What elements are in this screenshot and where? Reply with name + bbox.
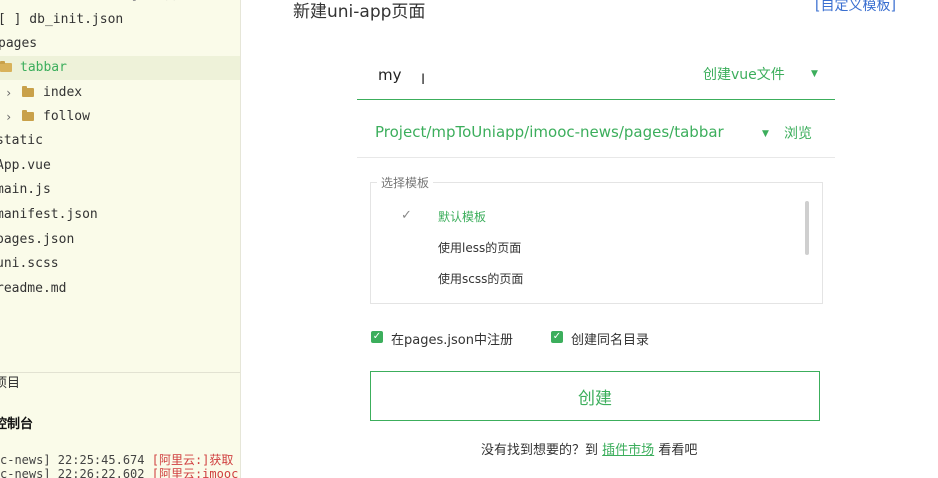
log-prefix: c-news] 22:25:45.674 xyxy=(0,453,152,467)
tree-item-label: uni.scss xyxy=(0,256,59,271)
tree-item-label: pages xyxy=(0,36,38,51)
tree-item-label: follow xyxy=(43,109,90,124)
tree-item-db-init[interactable]: [ ] db_init.json xyxy=(0,8,240,32)
divider xyxy=(357,157,835,158)
tree-item-label: tabbar xyxy=(20,60,67,75)
dropdown-arrow-icon[interactable]: ▼ xyxy=(762,129,769,139)
dropdown-arrow-icon[interactable]: ▼ xyxy=(811,69,818,79)
tree-item-label: readme.md xyxy=(0,281,67,296)
create-dir-checkbox[interactable]: ✓ xyxy=(551,331,563,343)
chevron-right-icon[interactable]: › xyxy=(5,105,12,129)
file-type-label: 创建vue文件 xyxy=(703,67,785,83)
footer-suffix: 看看吧 xyxy=(658,443,698,458)
tree-item-main-js[interactable]: main.js xyxy=(0,178,240,202)
input-underline xyxy=(357,99,835,100)
custom-template-link[interactable]: [自定义模板] xyxy=(815,0,896,15)
projects-section-label: 项目 xyxy=(0,376,21,391)
text-cursor-icon: I xyxy=(421,72,426,88)
tree-item-label: manifest.json xyxy=(0,207,98,222)
log-tag: [阿里云:imooc xyxy=(151,467,239,478)
folder-icon xyxy=(22,86,34,97)
plugin-market-link[interactable]: 插件市场 xyxy=(602,443,654,458)
tree-item-label: App.vue xyxy=(0,158,51,173)
projects-section-header[interactable]: 项目 xyxy=(0,372,240,395)
footer-prefix: 没有找到想要的？到 xyxy=(481,443,599,458)
project-panel: [周蓝召rsmzz [ ] db_init.json pages tabbar … xyxy=(0,0,241,478)
path-select[interactable]: Project/mpToUniapp/imooc-news/pages/tabb… xyxy=(375,123,724,141)
template-item-scss[interactable]: 使用scss的页面 xyxy=(438,270,523,287)
tree-item-manifest[interactable]: manifest.json xyxy=(0,203,240,227)
template-scrollbar[interactable] xyxy=(805,201,809,255)
register-pages-json-label[interactable]: 在pages.json中注册 xyxy=(391,329,513,348)
tree-row-partial-label: [周蓝召rsmzz xyxy=(130,0,216,8)
tree-item-app-vue[interactable]: App.vue xyxy=(0,154,240,178)
tree-item-label: main.js xyxy=(0,182,51,197)
register-pages-json-checkbox[interactable]: ✓ xyxy=(371,331,383,343)
browse-button[interactable]: 浏览 xyxy=(784,123,812,143)
log-tag: [阿里云:]获取 xyxy=(151,453,234,467)
footer-text: 没有找到想要的？到 插件市场 看看吧 xyxy=(481,439,697,458)
console-section-header[interactable]: 控制台 xyxy=(0,414,240,436)
create-dir-label[interactable]: 创建同名目录 xyxy=(571,329,649,348)
tree-item-label: static xyxy=(0,133,43,148)
dialog-title: 新建uni-app页面 xyxy=(293,2,426,22)
chevron-right-icon[interactable]: › xyxy=(5,81,12,105)
tree-item-label: [ ] db_init.json xyxy=(0,12,124,27)
folder-icon xyxy=(22,110,34,121)
tree-item-label: pages.json xyxy=(0,232,75,247)
log-prefix: c-news] 22:26:22.602 xyxy=(0,467,152,478)
template-item-default[interactable]: 默认模板 xyxy=(438,208,486,225)
tree-item-static[interactable]: static xyxy=(0,129,240,153)
tree-item-uni-scss[interactable]: uni.scss xyxy=(0,252,240,276)
tree-item-readme[interactable]: readme.md xyxy=(0,277,240,301)
tree-item-pages-json[interactable]: pages.json xyxy=(0,228,240,252)
folder-open-icon xyxy=(0,61,12,72)
tree-row-partial: [周蓝召rsmzz xyxy=(0,0,240,8)
check-icon: ✓ xyxy=(401,208,412,223)
console-log-line: c-news] 22:26:22.602 [阿里云:imooc xyxy=(0,466,240,478)
template-item-less[interactable]: 使用less的页面 xyxy=(438,239,521,256)
path-label: Project/mpToUniapp/imooc-news/pages/tabb… xyxy=(375,123,724,141)
template-legend: 选择模板 xyxy=(377,174,434,191)
create-button[interactable]: 创建 xyxy=(370,371,820,421)
tree-item-index[interactable]: › index xyxy=(0,81,240,105)
tree-item-pages[interactable]: pages xyxy=(0,32,240,56)
console-section-label: 控制台 xyxy=(0,417,34,432)
page-name-input[interactable] xyxy=(378,64,578,86)
tree-item-tabbar[interactable]: tabbar xyxy=(0,56,240,80)
tree-item-follow[interactable]: › follow xyxy=(0,105,240,129)
file-type-select[interactable]: 创建vue文件 xyxy=(703,64,785,84)
tree-item-label: index xyxy=(43,85,83,100)
